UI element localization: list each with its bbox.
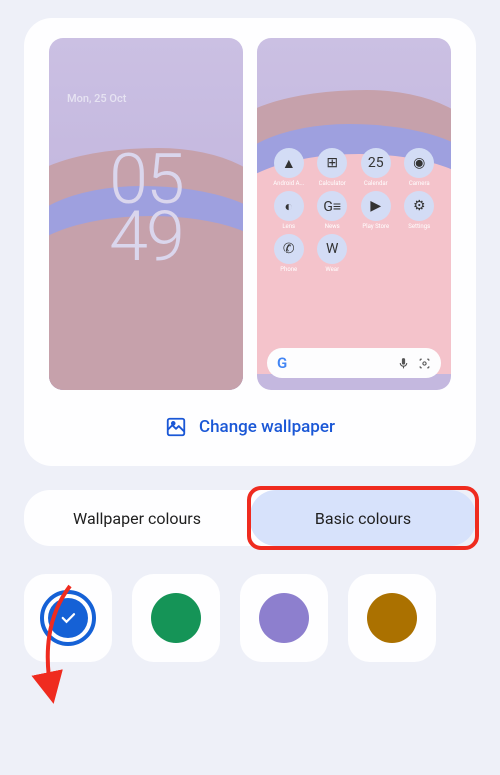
app-label: Calendar (364, 180, 388, 187)
app-label: Lens (282, 223, 295, 230)
app-label: Wear (325, 266, 339, 273)
app-icon: G≡ News (311, 191, 355, 230)
app-icon-circle: ✆ (274, 234, 304, 264)
color-circle (367, 593, 417, 643)
tab-basic-colours[interactable]: Basic colours (250, 490, 476, 546)
app-icon-circle: ◉ (404, 148, 434, 178)
wallpaper-icon (165, 416, 187, 438)
tab-wallpaper-colours[interactable]: Wallpaper colours (24, 490, 250, 546)
app-icon-circle: G≡ (317, 191, 347, 221)
google-logo: G (277, 354, 287, 372)
app-icon: ⚙ Settings (398, 191, 442, 230)
app-icon: ▲ Android A... (267, 148, 311, 187)
color-circle (40, 590, 96, 646)
app-label: Camera (409, 180, 430, 187)
homescreen-preview[interactable]: ▲ Android A... ⊞ Calculator 25 Calendar ◉ Camer… (257, 38, 451, 390)
mic-icon (397, 357, 410, 370)
color-swatch[interactable] (24, 574, 112, 662)
app-label: Calculator (319, 180, 346, 187)
color-swatch[interactable] (132, 574, 220, 662)
preview-row: Mon, 25 Oct 05 49 ▲ Android A... ⊞ Calculat… (42, 38, 458, 390)
lens-icon (418, 357, 431, 370)
preview-card: Mon, 25 Oct 05 49 ▲ Android A... ⊞ Calculat… (24, 18, 476, 466)
tab-label: Basic colours (315, 509, 411, 528)
color-swatch-row (24, 574, 476, 662)
app-icon: W Wear (311, 234, 355, 273)
app-icon: 25 Calendar (354, 148, 398, 187)
lockscreen-preview[interactable]: Mon, 25 Oct 05 49 (49, 38, 243, 390)
app-icon: ⊞ Calculator (311, 148, 355, 187)
color-swatch[interactable] (240, 574, 328, 662)
clock-minutes: 49 (109, 209, 183, 266)
color-circle (151, 593, 201, 643)
app-icon-circle: ⚙ (404, 191, 434, 221)
color-circle (259, 593, 309, 643)
app-icon-circle: ◐ (274, 191, 304, 221)
lockscreen-date: Mon, 25 Oct (67, 92, 126, 105)
app-label: Phone (280, 266, 297, 273)
app-label: Android A... (273, 180, 304, 187)
app-icon-circle: ▲ (274, 148, 304, 178)
app-icon: ◉ Camera (398, 148, 442, 187)
change-wallpaper-label: Change wallpaper (199, 417, 335, 437)
check-icon (48, 598, 88, 638)
app-icon: ▶ Play Store (354, 191, 398, 230)
app-icon-circle: ⊞ (317, 148, 347, 178)
app-icon (398, 234, 442, 273)
app-icon-circle: 25 (361, 148, 391, 178)
app-icon-circle: ▶ (361, 191, 391, 221)
app-grid: ▲ Android A... ⊞ Calculator 25 Calendar ◉ Camer… (257, 148, 451, 273)
app-label: Play Store (362, 223, 389, 230)
app-icon: ✆ Phone (267, 234, 311, 273)
change-wallpaper-button[interactable]: Change wallpaper (42, 416, 458, 438)
app-icon: ◐ Lens (267, 191, 311, 230)
search-bar: G (267, 348, 441, 378)
color-swatch[interactable] (348, 574, 436, 662)
app-label: Settings (408, 223, 430, 230)
app-label: News (325, 223, 340, 230)
app-icon-circle: W (317, 234, 347, 264)
app-icon (354, 234, 398, 273)
lockscreen-clock: 05 49 (109, 152, 183, 267)
tab-label: Wallpaper colours (73, 509, 201, 528)
color-tabs: Wallpaper colours Basic colours (24, 490, 476, 546)
